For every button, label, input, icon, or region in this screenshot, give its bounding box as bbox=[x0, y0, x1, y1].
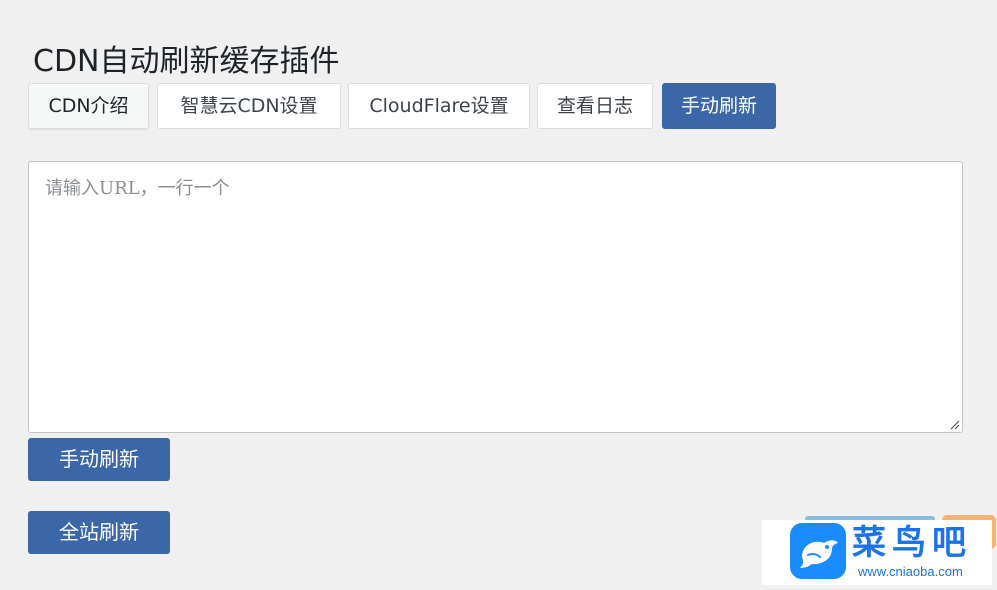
url-list-textarea[interactable] bbox=[28, 161, 963, 433]
tab-cloudflare-settings[interactable]: CloudFlare设置 bbox=[348, 83, 530, 129]
manual-refresh-button[interactable]: 手动刷新 bbox=[28, 438, 170, 481]
full-site-refresh-button[interactable]: 全站刷新 bbox=[28, 511, 170, 554]
tab-manual-refresh[interactable]: 手动刷新 bbox=[662, 83, 776, 129]
page-title: CDN自动刷新缓存插件 bbox=[33, 44, 340, 80]
resize-handle-icon[interactable] bbox=[948, 418, 960, 430]
tab-cdn-intro[interactable]: CDN介绍 bbox=[28, 83, 149, 129]
watermark: 菜鸟吧 www.cniaoba.com bbox=[762, 520, 992, 585]
bird-icon bbox=[790, 523, 846, 579]
watermark-site-name: 菜鸟吧 bbox=[852, 523, 972, 563]
tab-zhihuiyun-cdn-settings[interactable]: 智慧云CDN设置 bbox=[157, 83, 341, 129]
tab-view-logs[interactable]: 查看日志 bbox=[537, 83, 653, 129]
watermark-site-url: www.cniaoba.com bbox=[858, 564, 963, 579]
